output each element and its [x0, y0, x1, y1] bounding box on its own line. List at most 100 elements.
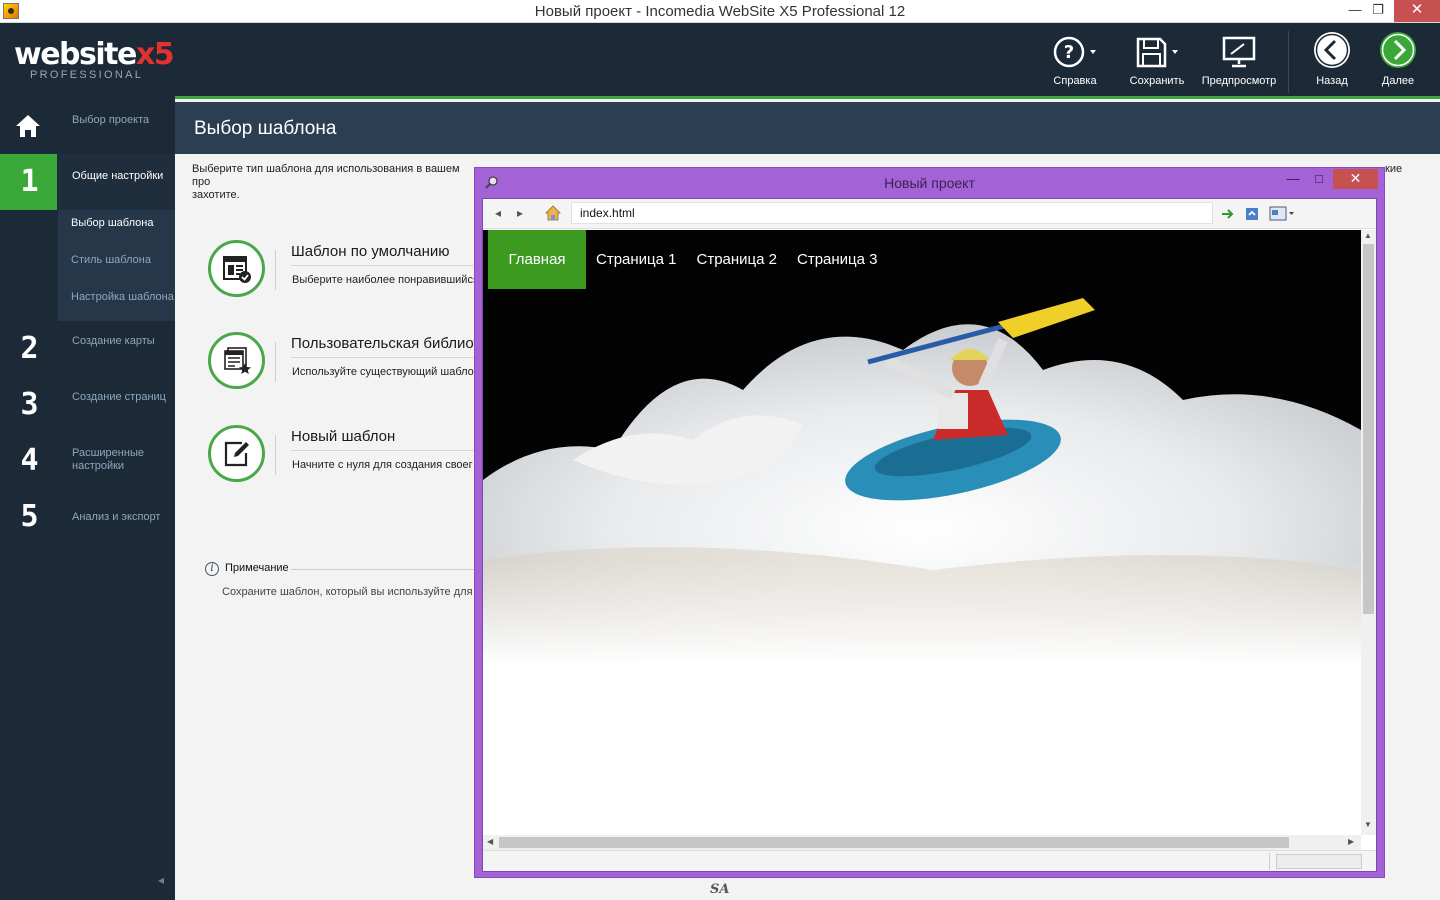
back-arrow-icon[interactable]: ◂: [495, 206, 501, 220]
preview-statusbar: [483, 850, 1376, 871]
option-new-template[interactable]: Новый шаблон Начните с нуля для создания…: [208, 425, 481, 485]
preview-label: Предпросмотр: [1201, 75, 1277, 87]
home-icon[interactable]: [545, 205, 561, 221]
forward-arrow-icon[interactable]: ▸: [517, 206, 523, 220]
window-titlebar: Новый проект - Incomedia WebSite X5 Prof…: [0, 0, 1440, 23]
sidebar: websitex5 PROFESSIONAL Выбор проекта 1 О…: [0, 23, 175, 900]
sidebar-collapse-icon[interactable]: ◂: [158, 873, 164, 887]
intro-text: Выберите тип шаблона для использования в…: [192, 163, 474, 202]
option-divider: [275, 342, 276, 382]
sidebar-item-step-1[interactable]: 1 Общие настройки: [0, 154, 175, 210]
option-rule: [291, 450, 481, 451]
preview-maximize-button[interactable]: □: [1305, 170, 1333, 190]
sidebar-item-step-3[interactable]: 3 Создание страниц: [0, 377, 175, 433]
edit-icon: [224, 441, 249, 466]
statusbar-zoom-field: [1276, 854, 1362, 869]
sidebar-item-step-4[interactable]: 4 Расширенные настройки: [0, 433, 175, 489]
option-divider: [275, 250, 276, 290]
sidebar-item-project[interactable]: Выбор проекта: [0, 98, 175, 154]
preview-address-bar: ◂ ▸ index.html: [483, 199, 1376, 229]
vertical-scroll-thumb[interactable]: [1363, 244, 1374, 614]
main-toolbar: ? Справка Сохранить Предпросмотр Назад Д…: [175, 23, 1440, 99]
help-label: Справка: [1053, 75, 1097, 87]
library-icon: [223, 346, 251, 374]
save-label: Сохранить: [1129, 75, 1185, 87]
scroll-right-icon[interactable]: ▶: [1348, 837, 1354, 846]
intro-line-1: Выберите тип шаблона для использования в…: [192, 163, 460, 188]
info-icon: i: [205, 562, 219, 576]
menu-item-page-3[interactable]: Страница 3: [787, 230, 888, 289]
save-icon: [1136, 37, 1178, 68]
preview-titlebar: Новый проект — □ ✕: [475, 168, 1384, 197]
sidebar-item-label: Общие настройки: [72, 170, 164, 182]
back-label: Назад: [1316, 75, 1348, 87]
refresh-icon[interactable]: [1245, 207, 1259, 221]
home-icon: [16, 115, 40, 137]
menu-item-page-2[interactable]: Страница 2: [687, 230, 788, 289]
url-input[interactable]: index.html: [571, 202, 1213, 224]
window-title: Новый проект - Incomedia WebSite X5 Prof…: [534, 3, 906, 20]
intro-text-tail: кие: [1385, 163, 1403, 175]
horizontal-scrollbar[interactable]: ◀ ▶: [483, 835, 1361, 850]
option-user-library[interactable]: Пользовательская библиот Используйте сущ…: [208, 332, 481, 392]
option-icon-wrapper: [208, 240, 265, 297]
preview-window: Новый проект — □ ✕ ◂ ▸ index.html Главна…: [474, 167, 1385, 878]
sidebar-subnav: Выбор шаблона Стиль шаблона Настройка ша…: [58, 210, 175, 321]
option-title: Новый шаблон: [291, 428, 396, 445]
preview-viewport: Главная Страница 1 Страница 2 Страница 3: [483, 230, 1361, 835]
view-mode-icon[interactable]: [1269, 206, 1295, 222]
scroll-down-icon[interactable]: ▼: [1364, 820, 1372, 829]
scroll-left-icon[interactable]: ◀: [487, 837, 493, 846]
note-text: Сохраните шаблон, который вы используйте…: [222, 586, 473, 598]
statusbar-divider: [1269, 853, 1270, 870]
sidebar-item-step-5[interactable]: 5 Анализ и экспорт: [0, 489, 175, 545]
hero-image: Главная Страница 1 Страница 2 Страница 3: [483, 230, 1361, 665]
scroll-up-icon[interactable]: ▲: [1364, 231, 1372, 240]
step-number: 4: [20, 443, 38, 478]
svg-text:?: ?: [1064, 42, 1074, 63]
option-rule: [291, 357, 481, 358]
sidebar-item-label: Создание страниц: [72, 391, 166, 403]
option-icon-wrapper: [208, 332, 265, 389]
vertical-scrollbar[interactable]: ▲ ▼: [1361, 230, 1376, 835]
back-button[interactable]: Назад: [1310, 32, 1354, 93]
step-number: 3: [20, 387, 38, 422]
subnav-template-settings[interactable]: Настройка шаблона: [71, 291, 174, 304]
step-number: 5: [20, 499, 38, 534]
horizontal-scroll-thumb[interactable]: [499, 837, 1289, 848]
option-default-template[interactable]: Шаблон по умолчанию Выберите наиболее по…: [208, 240, 481, 300]
save-button[interactable]: Сохранить: [1127, 35, 1187, 93]
next-button[interactable]: Далее: [1376, 32, 1420, 93]
note-rule: [291, 569, 481, 570]
page-title: Выбор шаблона: [194, 118, 337, 139]
option-description: Используйте существующий шабло: [292, 366, 474, 378]
help-button[interactable]: ? Справка: [1047, 35, 1103, 93]
option-rule: [291, 265, 481, 266]
kayaker-photo: [483, 230, 1361, 665]
subnav-template-style[interactable]: Стиль шаблона: [71, 254, 151, 267]
next-label: Далее: [1381, 75, 1415, 87]
option-title: Пользовательская библиот: [291, 335, 481, 352]
app-logo: websitex5 PROFESSIONAL: [14, 37, 175, 97]
sidebar-item-label: Анализ и экспорт: [72, 511, 161, 523]
toolbar-divider: [1288, 31, 1289, 93]
preview-browser: ◂ ▸ index.html Главная Страница 1 Страни…: [482, 198, 1377, 872]
section-header: Выбор шаблона: [175, 102, 1440, 154]
close-button[interactable]: ✕: [1394, 0, 1440, 22]
preview-button[interactable]: Предпросмотр: [1201, 35, 1277, 93]
note-title: Примечание: [225, 562, 289, 574]
chevron-right-icon: [1380, 32, 1416, 68]
subnav-template-select[interactable]: Выбор шаблона: [71, 217, 153, 230]
footer-logo: SA: [710, 882, 730, 897]
preview-minimize-button[interactable]: —: [1279, 170, 1307, 190]
monitor-icon: [1222, 36, 1256, 68]
template-icon: [222, 255, 251, 283]
menu-item-page-1[interactable]: Страница 1: [586, 230, 687, 289]
preview-close-button[interactable]: ✕: [1333, 169, 1378, 189]
go-arrow-icon[interactable]: [1221, 207, 1235, 221]
restore-button[interactable]: ❐: [1363, 0, 1393, 22]
menu-item-home[interactable]: Главная: [488, 230, 586, 289]
option-description: Выберите наиболее понравившийся: [292, 274, 479, 286]
sidebar-item-step-2[interactable]: 2 Создание карты: [0, 321, 175, 377]
preview-title: Новый проект: [884, 175, 975, 191]
